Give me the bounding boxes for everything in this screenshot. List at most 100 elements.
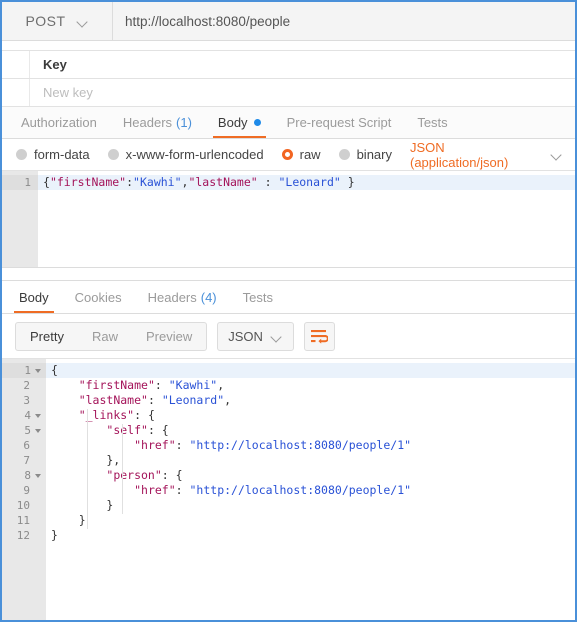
tab-pre-request-script[interactable]: Pre-request Script [274,107,405,138]
radio-raw-label: raw [299,147,321,162]
response-tab-cookies[interactable]: Cookies [62,281,135,313]
code-token: : [147,393,162,407]
view-mode-preview[interactable]: Preview [132,323,206,350]
line-number: 1 [24,364,31,377]
params-table-new-row[interactable]: New key [2,79,575,107]
tab-pre-request-script-label: Pre-request Script [286,115,392,130]
code-line: {"firstName":"Kawhi","lastName" : "Leona… [38,175,575,190]
fold-triangle-icon[interactable] [35,473,41,478]
code-token: }, [51,453,121,467]
tab-body[interactable]: Body [205,107,274,138]
view-mode-raw[interactable]: Raw [78,323,132,350]
params-table: Key New key [2,51,575,107]
response-tab-headers[interactable]: Headers (4) [135,281,230,313]
line-number-row: 11 [2,513,46,528]
code-token: "firstName" [49,175,127,189]
line-number-row: 8 [2,468,46,483]
response-editor-gutter: 1 2 3 4 5 6 7 8 9 10 11 12 [2,359,46,620]
code-token: { [51,363,58,377]
radio-form-data[interactable]: form-data [16,147,90,162]
code-line: }, [46,453,575,468]
line-number: 7 [23,454,30,467]
code-token: : [126,175,134,189]
tab-body-label: Body [217,115,248,130]
radio-binary[interactable]: binary [338,147,392,162]
wrap-lines-button[interactable] [303,321,335,351]
response-format-selector[interactable]: JSON [217,321,294,351]
code-line: } [46,513,575,528]
line-number: 10 [16,499,30,512]
view-mode-pretty[interactable]: Pretty [16,323,78,350]
http-method-label: POST [25,13,66,29]
response-view-mode-group: Pretty Raw Preview [15,321,208,351]
code-token: , [224,393,232,407]
code-token: , [217,378,225,392]
radio-urlencoded-label: x-www-form-urlencoded [125,147,264,162]
code-token: "person" [106,468,162,482]
chevron-down-icon [272,333,283,340]
wrap-lines-icon [310,329,328,344]
http-method-selector[interactable]: POST [2,2,113,40]
tab-headers-label: Headers [122,115,173,130]
line-number-row: 4 [2,408,46,423]
response-tab-tests[interactable]: Tests [230,281,286,313]
radio-raw-icon [281,149,293,160]
line-number-row: 12 [2,528,46,543]
response-tab-headers-label: Headers [147,289,197,305]
radio-raw[interactable]: raw [281,147,321,162]
code-token: : [257,175,279,189]
code-line: "person": { [46,468,575,483]
code-token: : [175,438,190,452]
fold-triangle-icon[interactable] [35,428,41,433]
code-token: "Kawhi" [133,175,182,189]
request-url-input[interactable]: http://localhost:8080/people [113,2,575,40]
radio-urlencoded-icon [107,149,119,160]
line-number-row: 6 [2,438,46,453]
response-tab-body[interactable]: Body [6,281,62,313]
response-format-label: JSON [228,328,263,344]
code-line: } [46,528,575,543]
code-token: : [175,483,190,497]
radio-binary-label: binary [356,147,392,162]
code-line: "firstName": "Kawhi", [46,378,575,393]
new-key-input[interactable]: New key [30,79,575,106]
params-table-spacer [2,41,575,51]
code-token: "http://localhost:8080/people/1" [189,483,412,497]
line-number: 8 [24,469,31,482]
response-toolbar: Pretty Raw Preview JSON [2,314,575,358]
code-line: "href": "http://localhost:8080/people/1" [46,483,575,498]
fold-triangle-icon[interactable] [35,413,41,418]
request-body-editor[interactable]: 1 {"firstName":"Kawhi","lastName" : "Leo… [2,171,575,267]
response-body-editor[interactable]: 1 2 3 4 5 6 7 8 9 10 11 12 { "firstName"… [2,358,575,620]
fold-triangle-icon[interactable] [35,368,41,373]
line-number-row: 9 [2,483,46,498]
tab-authorization-label: Authorization [21,115,97,130]
code-token: "lastName" [78,393,148,407]
response-tabs: Body Cookies Headers (4) Tests [2,281,575,314]
line-number: 6 [23,439,30,452]
radio-urlencoded[interactable]: x-www-form-urlencoded [107,147,264,162]
chevron-down-icon [552,151,563,158]
pane-splitter[interactable] [2,267,575,281]
line-number: 9 [23,484,30,497]
code-token: "href" [134,438,176,452]
response-tab-cookies-label: Cookies [74,289,122,305]
row-checkbox[interactable] [2,79,30,106]
tab-tests-label: Tests [417,115,448,130]
content-type-selector[interactable]: JSON (application/json) [410,140,575,170]
line-number-row: 3 [2,393,46,408]
tab-authorization[interactable]: Authorization [8,107,110,138]
response-editor-code[interactable]: { "firstName": "Kawhi", "lastName": "Leo… [46,359,575,620]
response-tab-tests-label: Tests [242,289,273,305]
tab-headers[interactable]: Headers (1) [110,107,205,138]
radio-binary-icon [338,149,350,160]
postman-window: POST http://localhost:8080/people Key Ne… [0,0,577,622]
content-type-label: JSON (application/json) [410,139,509,170]
tab-tests[interactable]: Tests [404,107,460,138]
line-number: 4 [24,409,31,422]
code-token: "lastName" [188,175,258,189]
request-url-bar: POST http://localhost:8080/people [2,2,575,41]
request-editor-code[interactable]: {"firstName":"Kawhi","lastName" : "Leona… [38,171,575,267]
